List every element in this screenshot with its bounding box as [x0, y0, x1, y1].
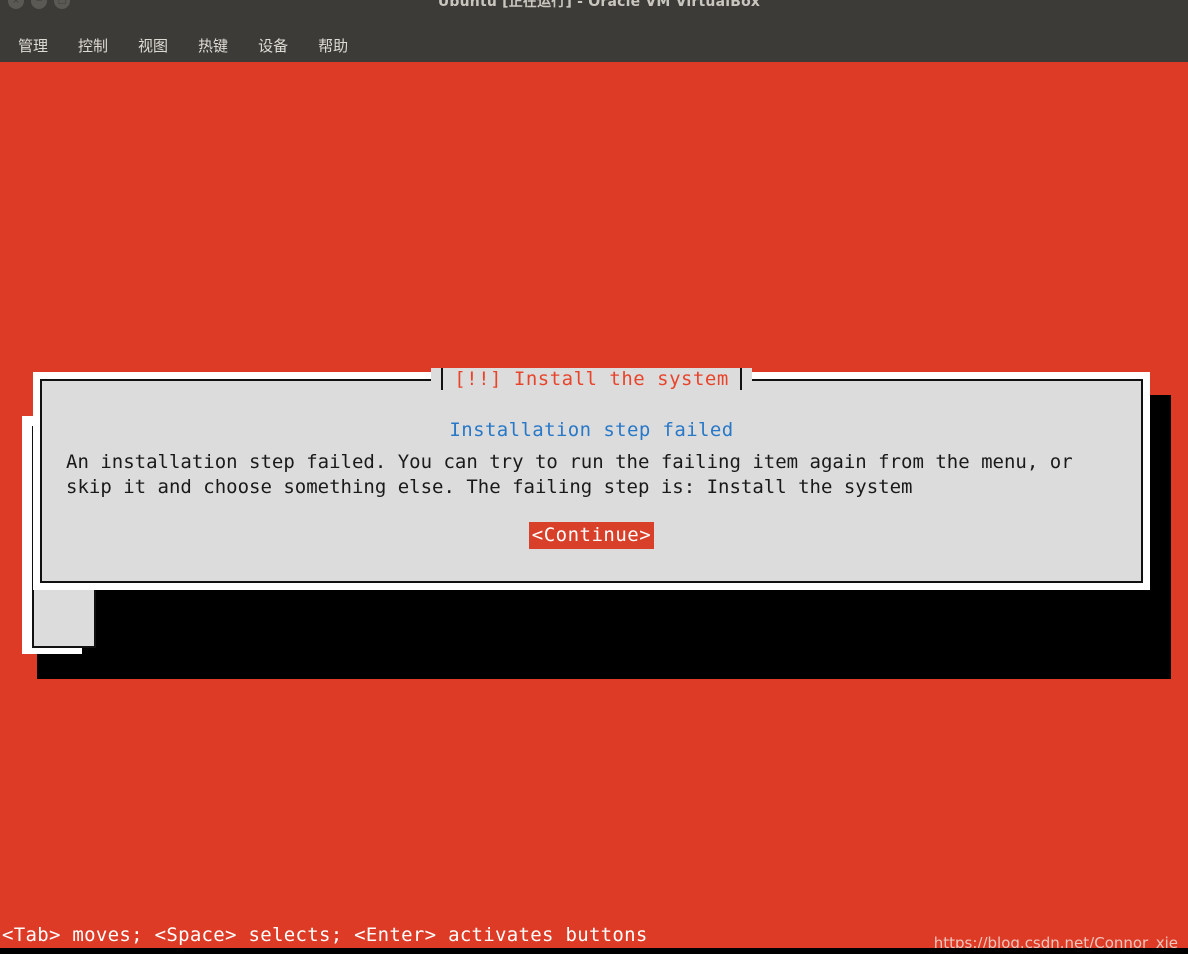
maximize-button-icon[interactable]: □ [54, 0, 70, 9]
menu-item-help[interactable]: 帮助 [318, 35, 348, 56]
screen-bottom-edge [0, 948, 1188, 954]
dialog-message-line-1: An installation step failed. You can try… [66, 451, 1073, 473]
dialog-button-row: <Continue> [42, 522, 1141, 549]
window-titlebar: × − □ Ubuntu [正在运行] - Oracle VM VirtualB… [0, 0, 1188, 14]
menu-item-manage[interactable]: 管理 [18, 35, 48, 56]
installer-console: [!!] Install the system Installation ste… [0, 66, 1188, 954]
continue-button[interactable]: <Continue> [528, 522, 655, 549]
virtualbox-window: × − □ Ubuntu [正在运行] - Oracle VM VirtualB… [0, 0, 1188, 954]
menu-item-devices[interactable]: 设备 [258, 35, 288, 56]
dialog-body: Installation step failed An installation… [42, 381, 1141, 549]
window-title: Ubuntu [正在运行] - Oracle VM VirtualBox [437, 0, 761, 10]
vbox-chrome: × − □ Ubuntu [正在运行] - Oracle VM VirtualB… [0, 0, 1188, 66]
dialog-message-line-2: skip it and choose something else. The f… [66, 476, 913, 498]
window-controls: × − □ [0, 0, 70, 9]
menubar: 管理 控制 视图 热键 设备 帮助 [0, 28, 348, 62]
install-failed-dialog: [!!] Install the system Installation ste… [33, 368, 1150, 590]
close-button-icon[interactable]: × [8, 0, 24, 9]
status-help-text: <Tab> moves; <Space> selects; <Enter> ac… [2, 924, 648, 946]
dialog-heading: Installation step failed [449, 419, 734, 441]
menu-item-hotkeys[interactable]: 热键 [198, 35, 228, 56]
menu-item-control[interactable]: 控制 [78, 35, 108, 56]
minimize-button-icon[interactable]: − [31, 0, 47, 9]
menu-item-view[interactable]: 视图 [138, 35, 168, 56]
dialog-frame: [!!] Install the system Installation ste… [40, 368, 1143, 583]
